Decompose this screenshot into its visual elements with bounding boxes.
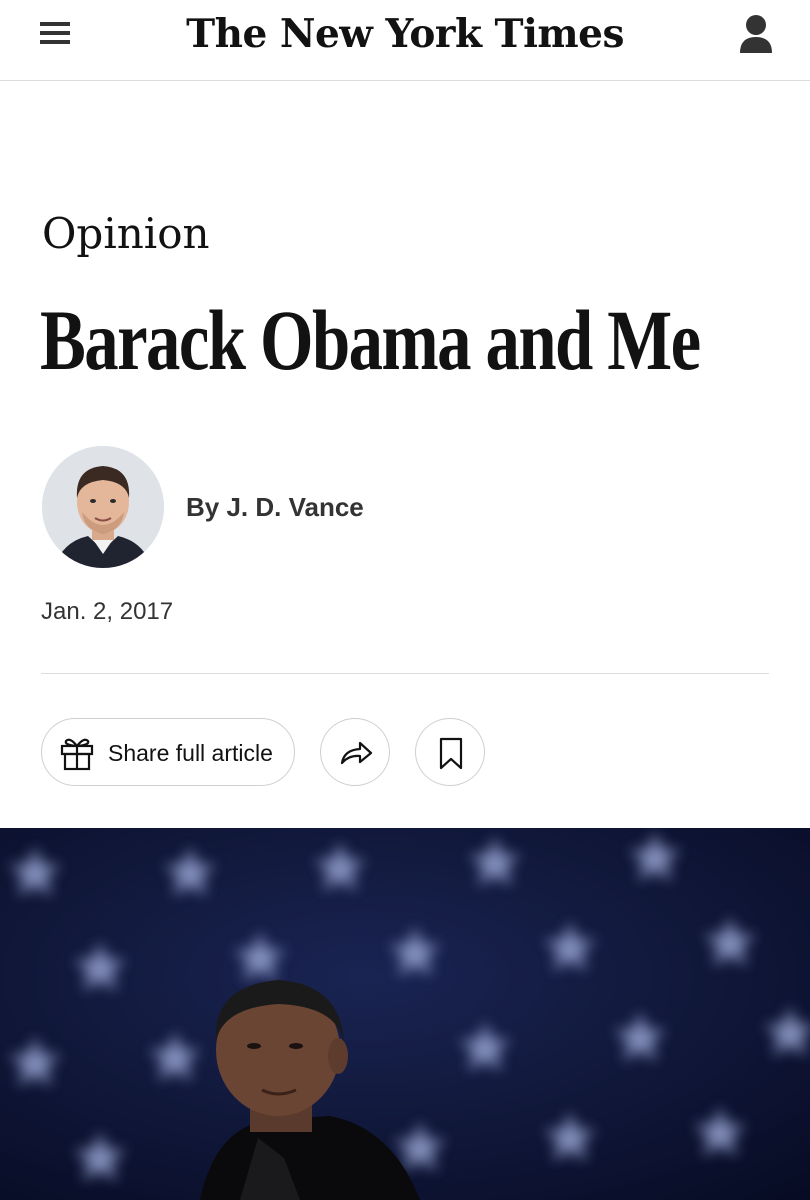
- author-byline[interactable]: By J. D. Vance: [186, 490, 364, 524]
- share-full-article-label: Share full article: [108, 740, 273, 766]
- save-bookmark-button[interactable]: [415, 718, 485, 786]
- hamburger-menu-icon[interactable]: [38, 22, 74, 46]
- user-account-icon[interactable]: [736, 12, 776, 56]
- nyt-logo[interactable]: The New York Times: [180, 8, 630, 60]
- gift-icon: [58, 734, 96, 772]
- share-button[interactable]: [320, 718, 390, 786]
- share-full-article-button[interactable]: Share full article: [41, 718, 295, 786]
- top-navigation-bar: The New York Times: [0, 0, 810, 81]
- section-kicker[interactable]: Opinion: [42, 206, 210, 262]
- publish-date: Jan. 2, 2017: [41, 598, 174, 625]
- divider: [41, 673, 769, 674]
- author-avatar[interactable]: [42, 446, 164, 568]
- hero-photo[interactable]: [0, 828, 810, 1200]
- article-headline: Barack Obama and Me: [40, 292, 701, 388]
